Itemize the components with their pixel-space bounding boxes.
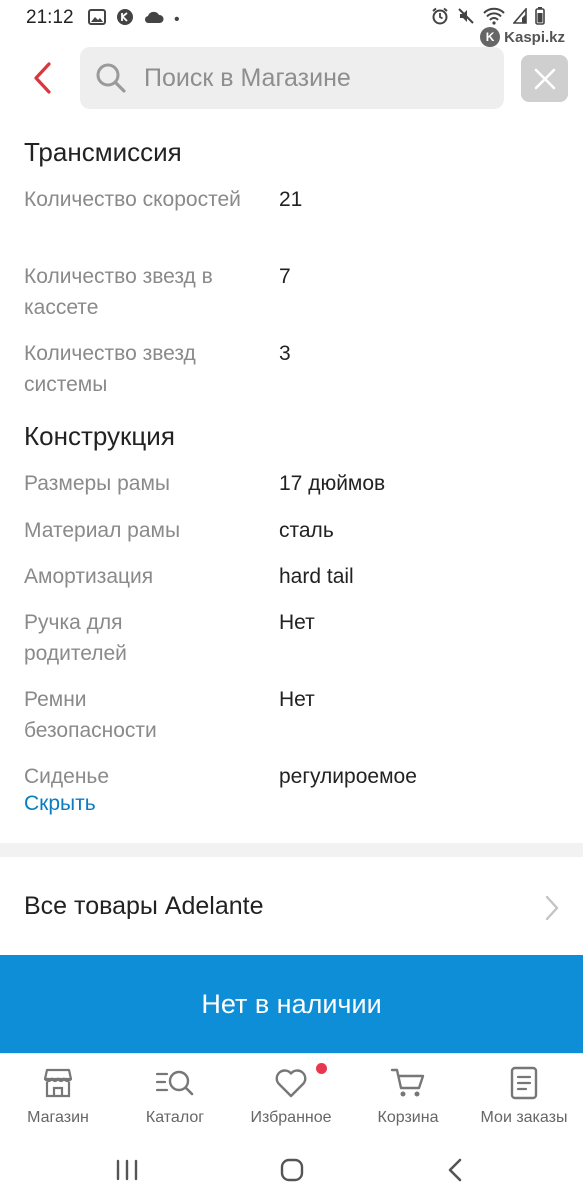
system-back-button[interactable] — [435, 1150, 475, 1190]
spec-value: 21 — [279, 188, 303, 211]
recent-apps-icon — [116, 1159, 138, 1181]
spec-label: Количество скоростей — [24, 188, 241, 211]
home-button[interactable] — [272, 1150, 312, 1190]
spec-value: 3 — [279, 342, 291, 365]
nav-item-catalog[interactable]: Каталог — [117, 1054, 233, 1141]
search-bar[interactable] — [80, 47, 504, 109]
section-title-construction: Конструкция — [24, 421, 175, 451]
close-icon — [534, 68, 555, 89]
section-title-transmission: Трансмиссия — [24, 137, 182, 167]
alarm-icon — [431, 7, 449, 30]
orders-icon — [510, 1066, 538, 1100]
watermark: K Kaspi.kz — [480, 27, 565, 47]
back-button[interactable] — [22, 56, 62, 100]
section-divider — [0, 843, 583, 857]
out-of-stock-button[interactable]: Нет в наличии — [0, 955, 583, 1053]
gallery-icon — [88, 9, 106, 30]
nav-item-cart[interactable]: Корзина — [350, 1054, 466, 1141]
spec-value: сталь — [279, 519, 334, 542]
nav-label: Избранное — [250, 1109, 332, 1126]
status-dot: • — [174, 10, 180, 28]
chevron-left-icon — [448, 1158, 462, 1182]
status-time: 21:12 — [26, 7, 74, 28]
status-left-icons: • — [88, 8, 180, 31]
nav-label: Корзина — [377, 1109, 439, 1126]
watermark-logo-icon: K — [480, 27, 501, 47]
spec-value: Нет — [279, 611, 315, 634]
chevron-right-icon — [545, 895, 559, 921]
spec-value: hard tail — [279, 565, 354, 588]
catalog-search-icon — [155, 1070, 194, 1096]
nav-label: Магазин — [27, 1109, 89, 1126]
signal-icon — [512, 6, 527, 29]
spec-label: Материал рамы — [24, 519, 181, 542]
recent-apps-button[interactable] — [107, 1150, 147, 1190]
chevron-left-icon — [34, 62, 51, 94]
spec-value: 7 — [279, 265, 291, 288]
cloud-icon — [144, 10, 164, 29]
spec-value: Нет — [279, 688, 315, 711]
mute-icon — [457, 7, 475, 30]
spec-value: регулироемое — [279, 765, 417, 788]
heart-icon — [275, 1069, 307, 1098]
nav-label: Каталог — [145, 1109, 205, 1126]
app-notification-icon — [116, 8, 134, 31]
hide-specs-link[interactable]: Скрыть — [24, 792, 96, 816]
favorites-badge-dot — [316, 1063, 327, 1074]
nav-label: Мои заказы — [480, 1109, 568, 1126]
nav-item-store[interactable]: Магазин — [0, 1054, 116, 1141]
spec-label: Количество звезд в кассете — [24, 265, 213, 319]
all-products-label: Все товары Adelante — [24, 891, 264, 920]
search-input[interactable] — [142, 62, 486, 94]
nav-item-orders[interactable]: Мои заказы — [466, 1054, 582, 1141]
spec-label: Сиденье — [24, 765, 110, 788]
spec-label: Ручка для родителей — [24, 611, 127, 665]
spec-label: Ремни безопасности — [24, 688, 157, 742]
out-of-stock-label: Нет в наличии — [201, 988, 382, 1019]
store-icon — [43, 1068, 73, 1098]
close-button[interactable] — [521, 55, 568, 102]
cart-icon — [390, 1068, 425, 1097]
watermark-text: Kaspi.kz — [504, 28, 565, 46]
bottom-navigation: Магазин Каталог Избранное Корзина Мои за… — [0, 1053, 583, 1141]
search-icon — [94, 61, 128, 95]
system-navigation-bar — [0, 1140, 583, 1200]
spec-value: 17 дюймов — [279, 472, 386, 495]
all-products-row[interactable]: Все товары Adelante — [0, 857, 583, 955]
nav-item-favorites[interactable]: Избранное — [233, 1054, 349, 1141]
status-bar: 21:12 • K Kaspi.kz — [0, 0, 583, 47]
home-icon — [280, 1158, 304, 1182]
spec-label: Количество звезд системы — [24, 342, 196, 396]
spec-label: Амортизация — [24, 565, 154, 588]
spec-label: Размеры рамы — [24, 472, 170, 495]
